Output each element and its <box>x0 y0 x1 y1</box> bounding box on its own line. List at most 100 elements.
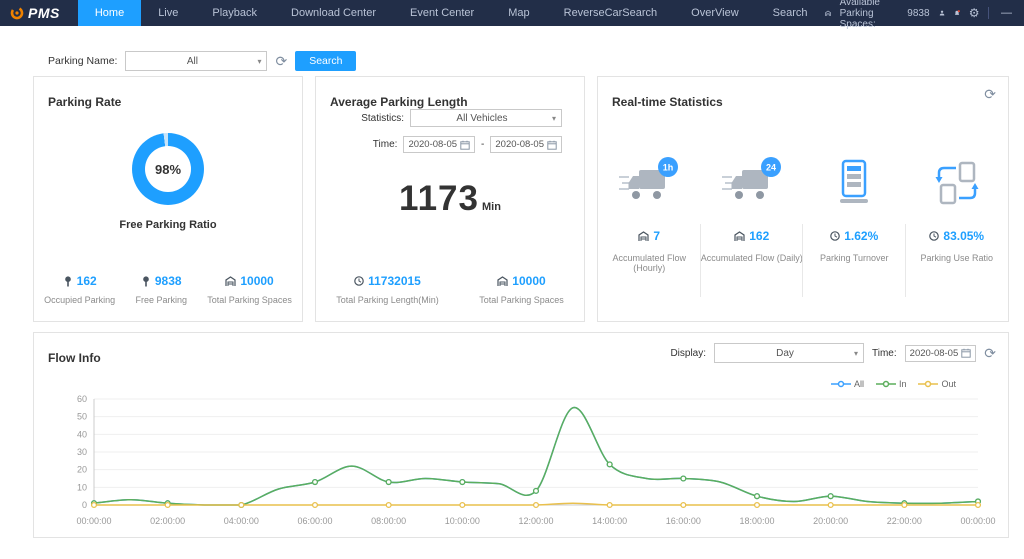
clock-icon <box>354 276 364 286</box>
legend-item-all[interactable]: All <box>831 379 864 389</box>
stat-value-text: 10000 <box>240 274 273 288</box>
flow-date-value: 2020-08-05 <box>910 348 959 359</box>
stat-label-text: Total Parking Length(Min) <box>336 295 439 305</box>
calendar-icon <box>961 348 971 358</box>
date-to-value: 2020-08-05 <box>495 139 544 150</box>
legend-item-out[interactable]: Out <box>918 379 956 389</box>
cycle-arrows-icon <box>933 159 981 207</box>
svg-text:00:00:00: 00:00:00 <box>960 516 995 526</box>
stat-free-parking: 9838 Free Parking <box>135 274 187 305</box>
filter-refresh-icon[interactable]: ⟳ <box>275 54 287 68</box>
app-logo: PMS <box>0 5 78 21</box>
stat-label-text: Total Parking Spaces <box>207 295 292 305</box>
flow-controls: Display: Day ▾ Time: 2020-08-05 ⟳ <box>670 343 996 363</box>
svg-text:50: 50 <box>77 412 87 422</box>
pms-logo-icon <box>10 6 24 20</box>
garage-icon <box>497 276 508 287</box>
available-spaces-label: Available Parking Spaces: <box>840 0 899 30</box>
average-parking-length-panel: Average Parking Length Statistics: All V… <box>315 76 585 322</box>
parking-rate-stats: 162 Occupied Parking 9838 Free Parking 1… <box>34 274 302 305</box>
svg-text:14:00:00: 14:00:00 <box>592 516 627 526</box>
stat-value-text: 162 <box>77 274 97 288</box>
nav-item-map[interactable]: Map <box>491 0 546 26</box>
svg-text:04:00:00: 04:00:00 <box>224 516 259 526</box>
date-to-input[interactable]: 2020-08-05 <box>490 136 562 153</box>
realtime-col-hourly: 1h 7 Accumulated Flow (Hourly) <box>598 117 701 311</box>
nav-item-playback[interactable]: Playback <box>195 0 274 26</box>
svg-text:20: 20 <box>77 465 87 475</box>
parking-name-value: All <box>134 56 250 67</box>
flow-line-chart: 010203040506000:00:0002:00:0004:00:0006:… <box>46 393 996 533</box>
svg-text:12:00:00: 12:00:00 <box>518 516 553 526</box>
user-icon[interactable] <box>939 7 945 19</box>
stat-label-text: Occupied Parking <box>44 295 115 305</box>
date-from-input[interactable]: 2020-08-05 <box>403 136 475 153</box>
rt-value-text: 162 <box>749 229 769 243</box>
rt-value-text: 1.62% <box>844 229 878 243</box>
stat-label-text: Free Parking <box>135 295 187 305</box>
realtime-col-turnover: 1.62% Parking Turnover <box>803 117 906 311</box>
parking-rate-panel: Parking Rate 98% Free Parking Ratio 162 … <box>33 76 303 322</box>
legend-marker-all-icon <box>831 380 851 388</box>
chevron-down-icon: ▾ <box>257 57 261 66</box>
realtime-refresh-icon[interactable]: ⟳ <box>984 87 996 101</box>
nav-item-live[interactable]: Live <box>141 0 195 26</box>
svg-text:16:00:00: 16:00:00 <box>666 516 701 526</box>
stat-occupied-parking: 162 Occupied Parking <box>44 274 115 305</box>
free-parking-ratio-label: Free Parking Ratio <box>34 219 302 231</box>
nav-item-home[interactable]: Home <box>78 0 141 26</box>
rt-value-text: 83.05% <box>943 229 984 243</box>
parking-rate-donut: 98% <box>132 133 204 205</box>
filter-bar: Parking Name: All ▾ ⟳ Search <box>48 50 356 72</box>
garage-icon <box>734 231 745 242</box>
rt-label-text: Accumulated Flow (Daily) <box>701 253 804 263</box>
alarm-icon[interactable] <box>954 7 960 19</box>
truck-hourly-icon: 1h <box>617 155 681 207</box>
realtime-title: Real-time Statistics <box>612 95 723 109</box>
legend-marker-out-icon <box>918 380 938 388</box>
search-button[interactable]: Search <box>295 51 356 71</box>
realtime-columns: 1h 7 Accumulated Flow (Hourly) <box>598 117 1008 311</box>
parking-name-select[interactable]: All ▾ <box>125 51 267 71</box>
nav-item-search[interactable]: Search <box>756 0 825 26</box>
svg-text:30: 30 <box>77 447 87 457</box>
statistics-select[interactable]: All Vehicles ▾ <box>410 109 562 127</box>
svg-text:10:00:00: 10:00:00 <box>445 516 480 526</box>
parking-machine-icon <box>834 157 874 207</box>
avg-parking-stats: 11732015 Total Parking Length(Min) 10000… <box>316 274 584 305</box>
meter-icon <box>141 276 151 287</box>
clock-icon <box>830 231 840 241</box>
nav-item-overview[interactable]: OverView <box>674 0 755 26</box>
parking-name-label: Parking Name: <box>48 55 117 67</box>
display-select[interactable]: Day ▾ <box>714 343 864 363</box>
minimize-button[interactable]: — <box>998 7 1015 19</box>
nav-item-event-center[interactable]: Event Center <box>393 0 491 26</box>
flow-refresh-icon[interactable]: ⟳ <box>984 346 996 360</box>
app-title: PMS <box>28 5 60 21</box>
rt-label-text: Parking Use Ratio <box>906 253 1009 263</box>
garage-icon <box>825 8 831 19</box>
legend-item-in[interactable]: In <box>876 379 907 389</box>
rt-value-text: 7 <box>653 229 660 243</box>
top-navigation-bar: PMS Home Live Playback Download Center E… <box>0 0 1024 26</box>
stat-total-spaces: 10000 Total Parking Spaces <box>207 274 292 305</box>
svg-text:06:00:00: 06:00:00 <box>297 516 332 526</box>
legend-marker-in-icon <box>876 380 896 388</box>
available-spaces-value: 9838 <box>907 8 929 19</box>
big-number-unit: Min <box>482 201 501 213</box>
nav-item-download-center[interactable]: Download Center <box>274 0 393 26</box>
legend-label: All <box>854 379 864 389</box>
rt-label-text: Accumulated Flow (Hourly) <box>598 253 701 273</box>
date-from-value: 2020-08-05 <box>408 139 457 150</box>
date-separator: - <box>481 139 484 150</box>
gear-icon[interactable]: ⚙ <box>969 7 980 19</box>
svg-text:24: 24 <box>766 163 776 173</box>
display-value: Day <box>723 348 847 359</box>
stat-value-text: 10000 <box>512 274 545 288</box>
chevron-down-icon: ▾ <box>552 114 556 123</box>
big-number: 1173 <box>399 179 479 219</box>
parking-rate-percent: 98% <box>145 146 191 192</box>
flow-date-input[interactable]: 2020-08-05 <box>905 345 977 362</box>
meter-icon <box>63 276 73 287</box>
nav-item-reverse-car-search[interactable]: ReverseCarSearch <box>547 0 675 26</box>
